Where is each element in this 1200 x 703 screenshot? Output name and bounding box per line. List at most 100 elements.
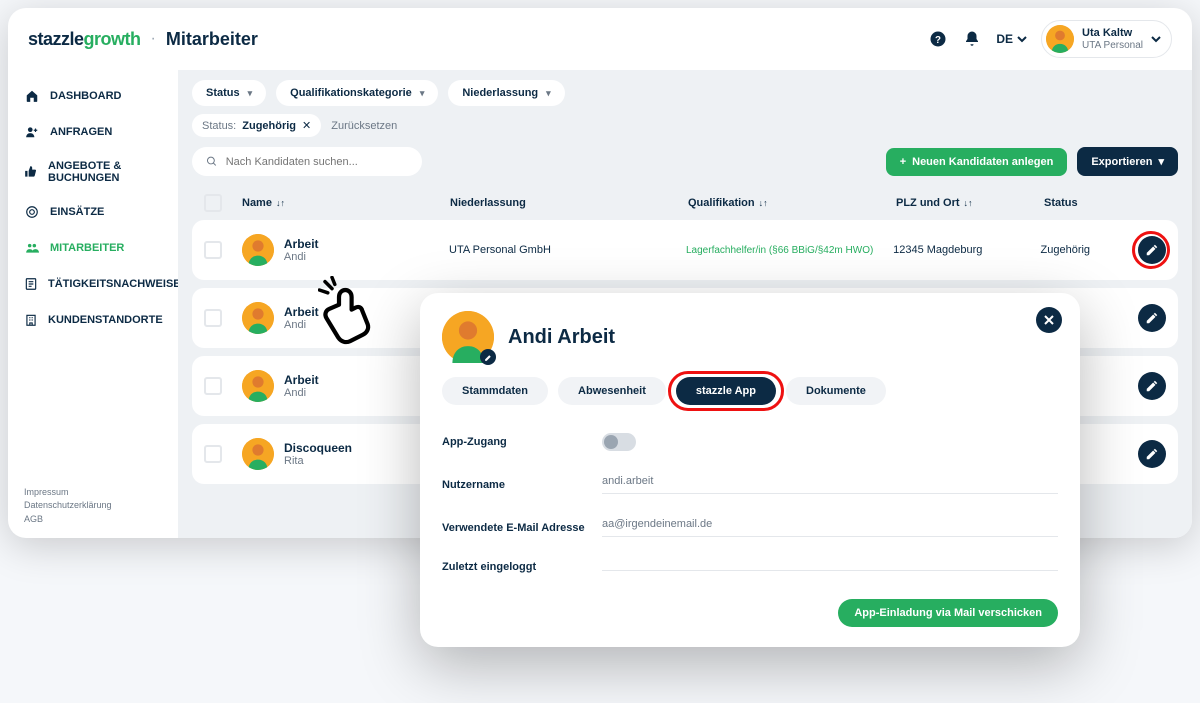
- row-checkbox[interactable]: [204, 241, 222, 259]
- field-value[interactable]: aa@irgendeinemail.de: [602, 518, 1058, 537]
- avatar: [442, 311, 494, 363]
- form-row-access: App-Zugang: [442, 421, 1058, 463]
- user-name: Uta Kaltw: [1082, 27, 1143, 39]
- row-name: Discoqueen: [284, 441, 352, 455]
- sidebar-item-taetigkeit[interactable]: TÄTIGKEITSNACHWEISE: [14, 266, 171, 302]
- sidebar-item-label: TÄTIGKEITSNACHWEISE: [48, 278, 181, 290]
- building-icon: [24, 312, 38, 328]
- chevron-down-icon: ▾: [1158, 155, 1164, 168]
- form-row-username: Nutzername andi.arbeit: [442, 463, 1058, 506]
- add-candidate-button[interactable]: + Neuen Kandidaten anlegen: [886, 148, 1068, 176]
- close-button[interactable]: [1036, 307, 1062, 333]
- sort-icon: ↓↑: [964, 198, 973, 208]
- filter-tag-status[interactable]: Status: Zugehörig ✕: [192, 114, 321, 137]
- tabs: Stammdaten Abwesenheit stazzle App Dokum…: [442, 377, 1058, 405]
- field-value: [602, 564, 1058, 571]
- tab-stammdaten[interactable]: Stammdaten: [442, 377, 548, 405]
- sidebar-item-label: ANGEBOTE & BUCHUNGEN: [48, 160, 161, 184]
- col-status[interactable]: Status: [1044, 197, 1134, 209]
- edit-button[interactable]: [1138, 236, 1166, 264]
- edit-button[interactable]: [1138, 440, 1166, 468]
- form-row-lastlogin: Zuletzt eingeloggt: [442, 549, 1058, 585]
- toolbar: + Neuen Kandidaten anlegen Exportieren ▾: [192, 147, 1178, 176]
- col-plz[interactable]: PLZ und Ort: [896, 197, 960, 209]
- sidebar-item-label: DASHBOARD: [50, 90, 122, 102]
- field-value[interactable]: andi.arbeit: [602, 475, 1058, 494]
- col-name[interactable]: Name: [242, 197, 272, 209]
- edit-button[interactable]: [1138, 304, 1166, 332]
- panel-header: Andi Arbeit: [442, 311, 1058, 363]
- button-label: Exportieren: [1091, 156, 1152, 168]
- user-menu[interactable]: Uta Kaltw UTA Personal: [1041, 20, 1172, 58]
- table-row[interactable]: ArbeitAndi UTA Personal GmbH Lagerfachhe…: [192, 220, 1178, 280]
- row-checkbox[interactable]: [204, 377, 222, 395]
- tab-abwesenheit[interactable]: Abwesenheit: [558, 377, 666, 405]
- user-text: Uta Kaltw UTA Personal: [1082, 27, 1143, 50]
- tab-stazzle-app[interactable]: stazzle App: [676, 377, 776, 405]
- chevron-down-icon: [1017, 34, 1027, 44]
- sort-icon: ↓↑: [276, 198, 285, 208]
- tab-dokumente[interactable]: Dokumente: [786, 377, 886, 405]
- help-icon[interactable]: ?: [928, 29, 948, 49]
- row-firstname: Rita: [284, 455, 352, 467]
- filter-qualifikation[interactable]: Qualifikationskategorie▾: [276, 80, 438, 106]
- filter-label: Niederlassung: [462, 87, 538, 99]
- toggle-app-zugang[interactable]: [602, 433, 636, 451]
- col-qualifikation[interactable]: Qualifikation: [688, 197, 755, 209]
- people-icon: [24, 240, 40, 256]
- export-button[interactable]: Exportieren ▾: [1077, 147, 1178, 176]
- row-name: Arbeit: [284, 305, 319, 319]
- search-input[interactable]: [226, 156, 408, 168]
- edit-button[interactable]: [1138, 372, 1166, 400]
- thumbs-icon: [24, 164, 38, 180]
- row-firstname: Andi: [284, 387, 319, 399]
- sidebar-item-anfragen[interactable]: ANFRAGEN: [14, 114, 171, 150]
- reset-filters[interactable]: Zurücksetzen: [331, 120, 397, 132]
- row-niederlassung: UTA Personal GmbH: [449, 244, 678, 256]
- search-box[interactable]: [192, 147, 422, 176]
- language-selector[interactable]: DE: [996, 32, 1027, 46]
- breadcrumb-separator: ·: [151, 30, 156, 48]
- avatar: [1046, 25, 1074, 53]
- sidebar-item-dashboard[interactable]: DASHBOARD: [14, 78, 171, 114]
- brand-part1: stazzle: [28, 29, 84, 49]
- close-icon: ✕: [302, 119, 311, 132]
- col-niederlassung[interactable]: Niederlassung: [450, 197, 680, 209]
- link-agb[interactable]: AGB: [24, 513, 161, 527]
- page-title: Mitarbeiter: [166, 29, 258, 50]
- target-icon: [24, 204, 40, 220]
- send-invite-button[interactable]: App-Einladung via Mail verschicken: [838, 599, 1058, 627]
- field-label: App-Zugang: [442, 436, 602, 448]
- sidebar-item-mitarbeiter[interactable]: MITARBEITER: [14, 230, 171, 266]
- row-qualifikation: Lagerfachhelfer/in (§66 BBiG/§42m HWO): [686, 245, 885, 256]
- bell-icon[interactable]: [962, 29, 982, 49]
- filter-status[interactable]: Status▾: [192, 80, 266, 106]
- language-label: DE: [996, 32, 1013, 46]
- table-header: Name ↓↑ Niederlassung Qualifikation ↓↑ PLZ…: [192, 186, 1178, 220]
- field-label: Zuletzt eingeloggt: [442, 561, 602, 573]
- select-all-checkbox[interactable]: [204, 194, 222, 212]
- edit-avatar-button[interactable]: [480, 349, 496, 365]
- sidebar-item-angebote[interactable]: ANGEBOTE & BUCHUNGEN: [14, 150, 171, 194]
- avatar: [242, 234, 274, 266]
- sidebar-item-einsaetze[interactable]: EINSÄTZE: [14, 194, 171, 230]
- link-impressum[interactable]: Impressum: [24, 486, 161, 500]
- filter-niederlassung[interactable]: Niederlassung▾: [448, 80, 564, 106]
- row-name: Arbeit: [284, 373, 319, 387]
- svg-text:?: ?: [935, 35, 941, 46]
- avatar: [242, 438, 274, 470]
- sidebar-item-label: MITARBEITER: [50, 242, 124, 254]
- home-icon: [24, 88, 40, 104]
- link-datenschutz[interactable]: Datenschutzerklärung: [24, 499, 161, 513]
- document-icon: [24, 276, 38, 292]
- sidebar-item-kundenstandorte[interactable]: KUNDENSTANDORTE: [14, 302, 171, 338]
- form-row-email: Verwendete E-Mail Adresse aa@irgendeinem…: [442, 506, 1058, 549]
- chevron-down-icon: [1151, 34, 1161, 44]
- search-icon: [206, 155, 218, 168]
- filter-label: Status: [206, 87, 240, 99]
- close-icon: [1043, 314, 1055, 326]
- person-plus-icon: [24, 124, 40, 140]
- filter-label: Qualifikationskategorie: [290, 87, 412, 99]
- row-checkbox[interactable]: [204, 445, 222, 463]
- row-checkbox[interactable]: [204, 309, 222, 327]
